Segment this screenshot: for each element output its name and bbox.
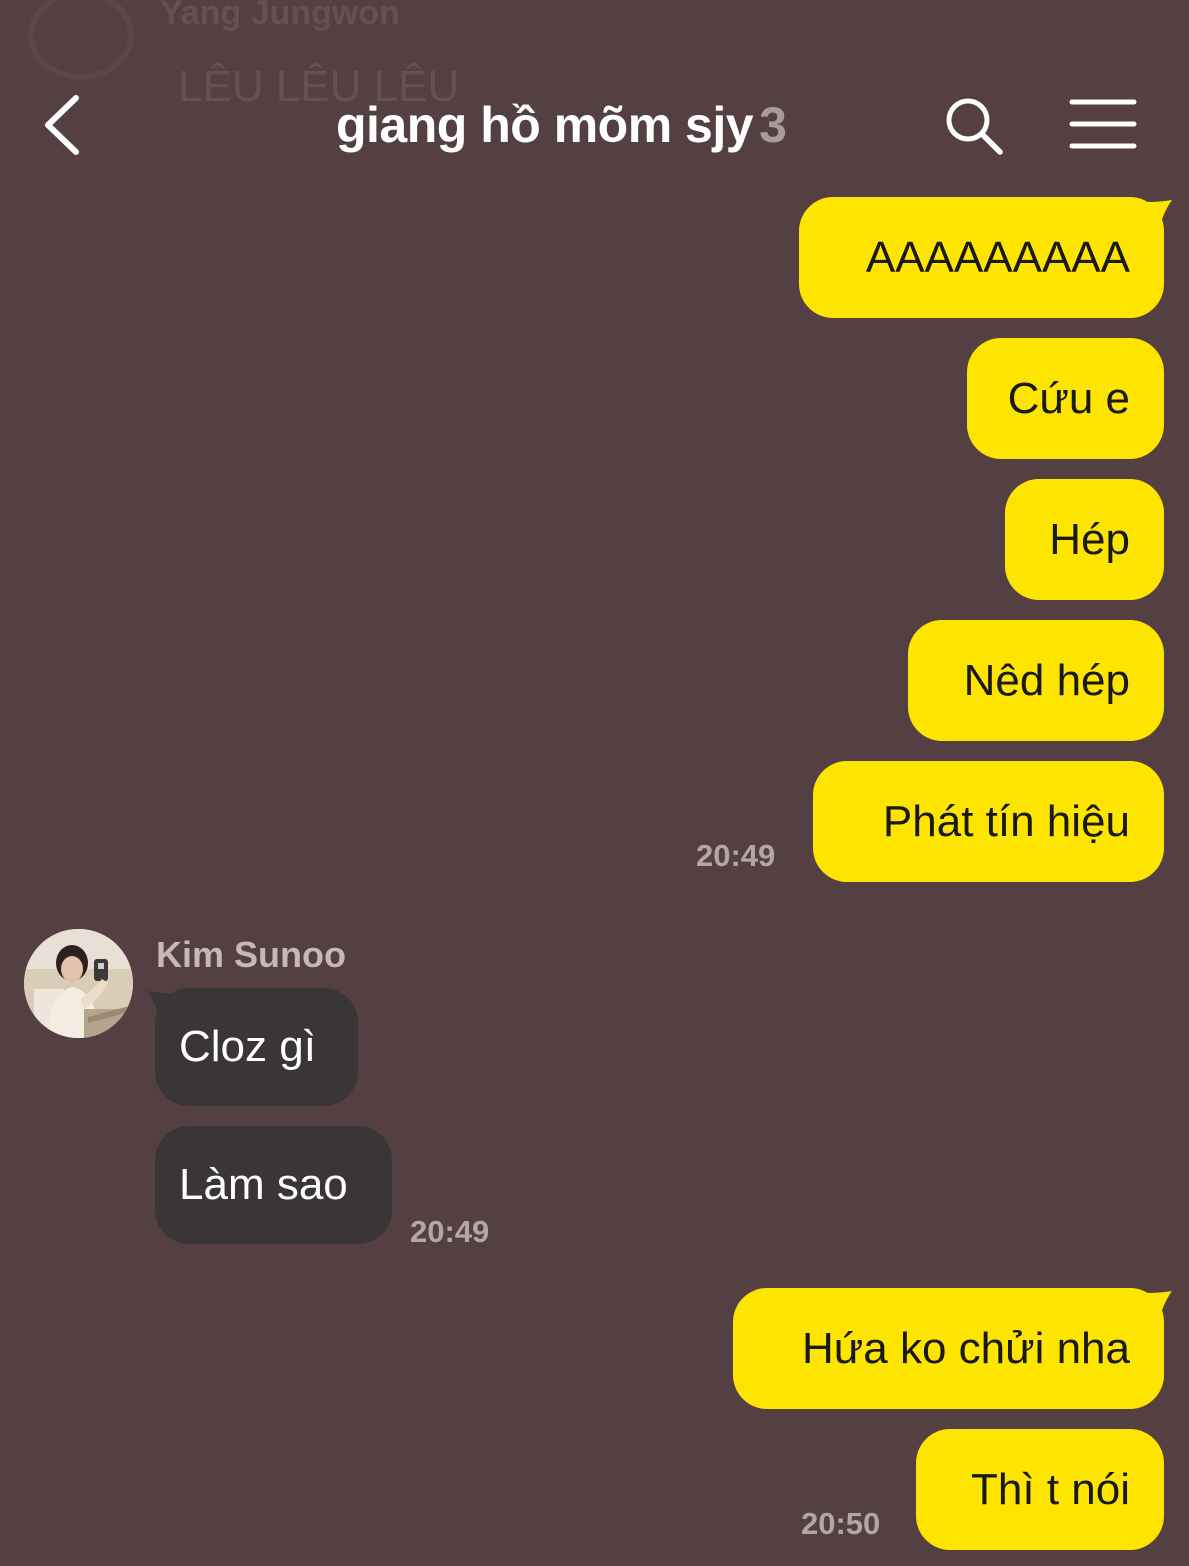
message-timestamp: 20:50 (801, 1506, 881, 1541)
my-message-bubble[interactable]: Nêd hép (908, 620, 1164, 741)
their-message-bubble[interactable]: Cloz gì (155, 988, 358, 1106)
my-message-bubble[interactable]: Phát tín hiệu (813, 761, 1164, 882)
sender-name: Kim Sunoo (156, 934, 346, 975)
member-count: 3 (759, 97, 787, 153)
search-button[interactable] (942, 94, 1006, 158)
message-text: Làm sao (179, 1160, 348, 1209)
my-message-bubble[interactable]: AAAAAAAAA (799, 197, 1164, 318)
chevron-left-icon (45, 95, 79, 155)
avatar[interactable] (24, 929, 133, 1038)
my-message-bubble[interactable]: Hép (1005, 479, 1164, 600)
menu-button[interactable] (1068, 96, 1138, 152)
my-message-bubble[interactable]: Cứu e (967, 338, 1164, 459)
my-message-bubble[interactable]: Thì t nói (916, 1429, 1164, 1550)
message-text: Phát tín hiệu (882, 796, 1130, 846)
profile-photo-icon (24, 929, 133, 1038)
hamburger-menu-icon (1069, 99, 1137, 149)
message-timestamp: 20:49 (410, 1214, 490, 1249)
back-button[interactable] (36, 90, 96, 160)
message-timestamp: 20:49 (696, 838, 776, 873)
chat-title: giang hồ mõm sjy 3 (336, 96, 787, 154)
chat-name: giang hồ mõm sjy (336, 97, 754, 153)
message-text: Cứu e (1007, 373, 1130, 423)
my-message-bubble[interactable]: Hứa ko chửi nha (733, 1288, 1164, 1409)
faded-sender-name: Yang Jungwon (160, 0, 400, 32)
message-text: Cloz gì (179, 1022, 316, 1071)
message-text: Hép (1049, 514, 1130, 564)
message-text: Thì t nói (971, 1464, 1130, 1514)
message-text: AAAAAAAAA (865, 232, 1130, 282)
their-message-bubble[interactable]: Làm sao (155, 1126, 392, 1244)
chat-header: giang hồ mõm sjy 3 (0, 60, 1189, 190)
message-text: Hứa ko chửi nha (802, 1323, 1130, 1373)
message-text: Nêd hép (963, 655, 1130, 705)
search-icon (946, 98, 1003, 155)
